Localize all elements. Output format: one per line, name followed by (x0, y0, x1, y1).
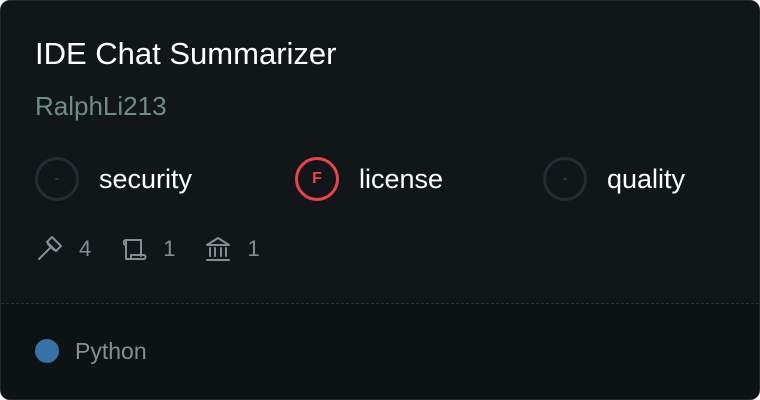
repo-card[interactable]: IDE Chat Summarizer RalphLi213 - securit… (0, 0, 760, 400)
security-grade-badge: - (35, 157, 79, 201)
tools-count: 4 (79, 236, 92, 261)
stat-resources: 1 (204, 235, 260, 263)
repo-title[interactable]: IDE Chat Summarizer (35, 35, 336, 73)
quality-label: quality (607, 163, 686, 194)
language-name: Python (75, 337, 147, 364)
prompts-count: 1 (163, 236, 176, 261)
scroll-icon (119, 235, 147, 263)
hammer-icon (35, 235, 63, 263)
metric-security: - security (35, 155, 192, 203)
resources-count: 1 (247, 236, 260, 261)
stats-row: 4 1 1 (35, 232, 288, 266)
license-grade-badge: F (295, 157, 339, 201)
license-label: license (359, 163, 444, 194)
stat-prompts: 1 (119, 235, 176, 263)
language-indicator: Python (35, 336, 147, 366)
metric-license: F license (295, 155, 443, 203)
language-color-dot (35, 339, 59, 363)
security-label: security (99, 163, 193, 194)
stat-tools: 4 (35, 235, 91, 263)
quality-grade-badge: - (543, 157, 587, 201)
card-header-section: IDE Chat Summarizer RalphLi213 - securit… (1, 1, 759, 303)
repo-owner[interactable]: RalphLi213 (35, 89, 167, 123)
bank-icon (204, 235, 232, 263)
metric-quality: - quality (543, 155, 685, 203)
